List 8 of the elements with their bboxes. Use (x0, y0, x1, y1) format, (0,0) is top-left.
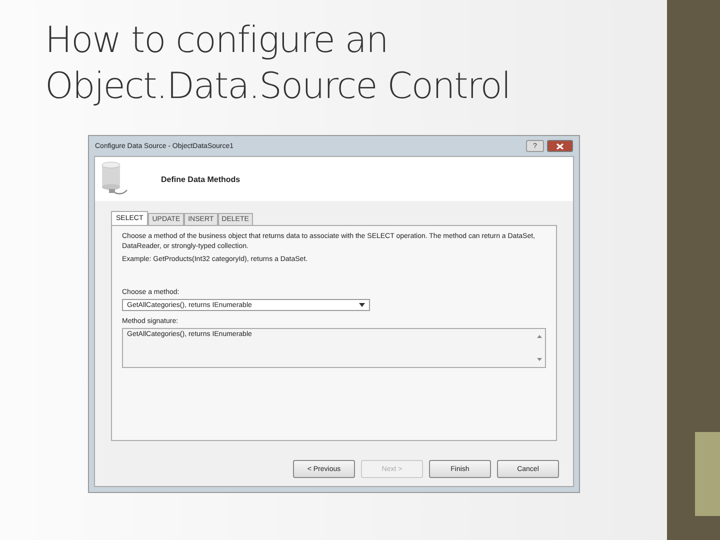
close-button[interactable] (547, 140, 573, 152)
dropdown-arrow-icon (359, 303, 365, 307)
scroll-down-icon (536, 358, 542, 361)
header-title: Define Data Methods (161, 174, 240, 184)
scroll-up-icon (536, 335, 542, 338)
close-icon (556, 142, 564, 150)
slide-title: How to configure an (45, 19, 389, 63)
slide-title: Object.Data.Source Control (45, 65, 512, 109)
